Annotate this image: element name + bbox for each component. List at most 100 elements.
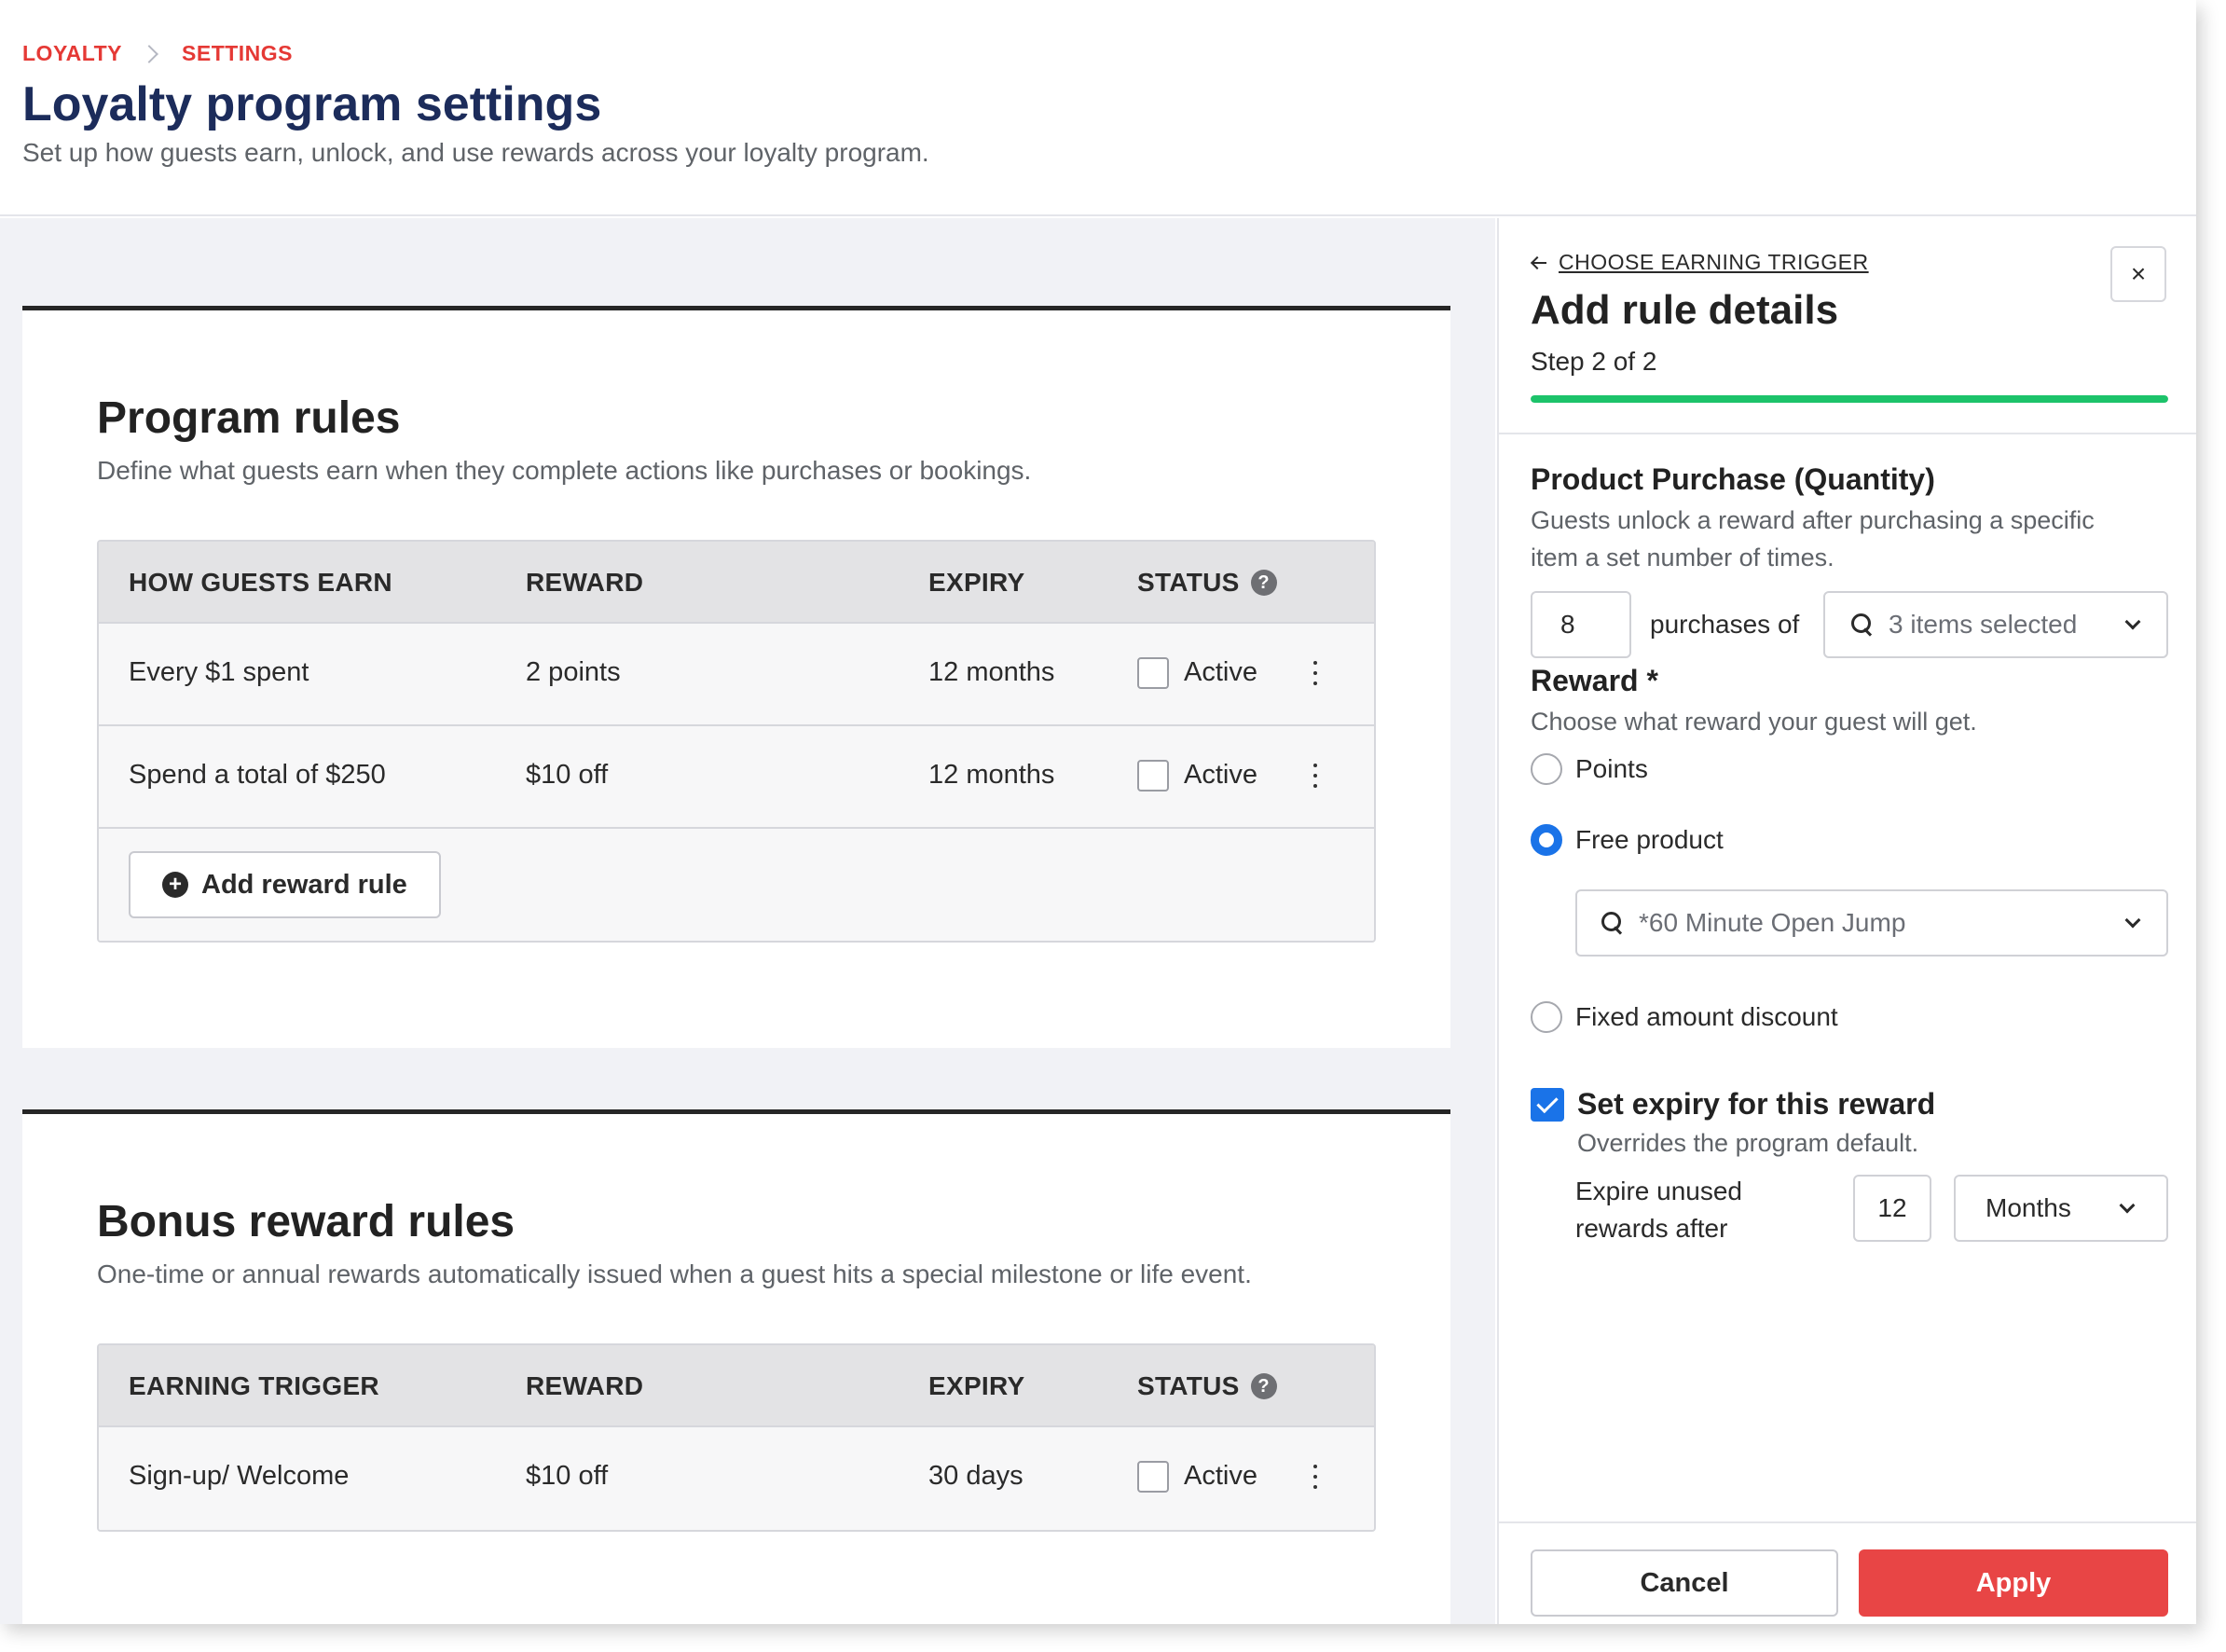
panel-footer: Cancel Apply (1499, 1521, 2196, 1624)
column-header-label: STATUS (1137, 1371, 1240, 1400)
progress-fill (1531, 395, 2168, 403)
radio-label: Points (1575, 754, 1648, 783)
column-header: REWARD (526, 1371, 644, 1400)
table-row: Sign-up/ Welcome $10 off 30 days Active (99, 1427, 1374, 1530)
rule-reward: $10 off (526, 1461, 609, 1491)
close-icon[interactable]: × (2110, 246, 2166, 302)
program-rules-description: Define what guests earn when they comple… (97, 456, 1032, 485)
back-link[interactable]: CHOOSE EARNING TRIGGER (1531, 250, 1869, 275)
cancel-button[interactable]: Cancel (1531, 1549, 1838, 1617)
app-window: LOYALTY SETTINGS Loyalty program setting… (0, 0, 2196, 1624)
product-select[interactable]: *60 Minute Open Jump (1575, 889, 2168, 957)
expiry-checkbox[interactable]: Set expiry for this reward (1531, 1087, 1935, 1122)
column-header: EXPIRY (928, 568, 1025, 597)
kebab-menu-icon[interactable] (1311, 1465, 1320, 1489)
kebab-menu-icon[interactable] (1311, 661, 1320, 685)
product-select-value: *60 Minute Open Jump (1639, 908, 1906, 937)
add-rule-panel: CHOOSE EARNING TRIGGER × Add rule detail… (1497, 218, 2196, 1624)
items-select-value: 3 items selected (1889, 610, 2078, 639)
reward-description: Choose what reward your guest will get. (1531, 708, 1977, 736)
reward-title: Reward * (1531, 664, 1658, 697)
add-reward-rule-button[interactable]: + Add reward rule (129, 851, 441, 918)
rule-trigger: Sign-up/ Welcome (129, 1461, 350, 1491)
column-header: EXPIRY (928, 1371, 1025, 1400)
status-column-header: STATUS ? (1137, 568, 1277, 598)
section-description: Guests unlock a reward after purchasing … (1531, 506, 2095, 571)
expiry-amount-value: 12 (1877, 1193, 1907, 1222)
back-link-label: CHOOSE EARNING TRIGGER (1559, 250, 1869, 274)
page-title: Loyalty program settings (22, 77, 602, 131)
search-icon (1851, 613, 1874, 636)
search-icon (1601, 912, 1624, 934)
main-content: Program rules Define what guests earn wh… (0, 218, 1495, 1624)
chevron-down-icon (2124, 912, 2141, 929)
help-icon[interactable]: ? (1250, 570, 1277, 596)
status-checkbox[interactable] (1137, 657, 1169, 689)
breadcrumb: LOYALTY SETTINGS (22, 41, 293, 66)
table-row: Spend a total of $250 $10 off 12 months … (99, 726, 1374, 829)
step-progress-bar (1531, 395, 2168, 403)
reward-option-fixed-discount[interactable]: Fixed amount discount (1531, 1001, 1838, 1033)
status-label: Active (1184, 1461, 1257, 1491)
radio-button[interactable] (1531, 1001, 1562, 1033)
status-column-header: STATUS ? (1137, 1371, 1277, 1401)
expiry-unit-value: Months (1986, 1193, 2071, 1222)
rule-expiry: 12 months (928, 760, 1055, 790)
column-header: EARNING TRIGGER (129, 1371, 379, 1400)
breadcrumb-settings[interactable]: SETTINGS (182, 41, 293, 66)
panel-title: Add rule details (1531, 287, 1839, 333)
page-subtitle: Set up how guests earn, unlock, and use … (22, 138, 929, 167)
status-label: Active (1184, 657, 1257, 687)
reward-option-points[interactable]: Points (1531, 753, 1648, 785)
quantity-input[interactable]: 8 (1531, 591, 1631, 658)
reward-option-free-product[interactable]: Free product (1531, 824, 1724, 856)
kebab-menu-icon[interactable] (1311, 764, 1320, 788)
status-checkbox[interactable] (1137, 1461, 1169, 1493)
radio-button[interactable] (1531, 753, 1562, 785)
chevron-down-icon (2119, 1197, 2136, 1214)
table-header: HOW GUESTS EARN REWARD EXPIRY STATUS ? (99, 542, 1374, 624)
column-header: HOW GUESTS EARN (129, 568, 392, 597)
radio-label: Fixed amount discount (1575, 1002, 1838, 1031)
expiry-label-line: rewards after (1575, 1214, 1728, 1243)
plus-circle-icon: + (162, 872, 188, 898)
page-header: LOYALTY SETTINGS Loyalty program setting… (0, 0, 2196, 216)
add-rule-row: + Add reward rule (99, 829, 1374, 941)
radio-label: Free product (1575, 825, 1724, 854)
chevron-right-icon (140, 44, 158, 63)
status-label: Active (1184, 760, 1257, 790)
rule-reward: $10 off (526, 760, 609, 790)
program-rules-title: Program rules (97, 393, 401, 443)
quantity-value: 8 (1560, 610, 1575, 639)
rule-trigger: Spend a total of $250 (129, 760, 386, 790)
checkmark-icon[interactable] (1531, 1087, 1564, 1122)
add-reward-rule-label: Add reward rule (201, 869, 407, 900)
column-header: REWARD (526, 568, 644, 597)
divider (1499, 433, 2196, 434)
table-row: Every $1 spent 2 points 12 months Active (99, 624, 1374, 726)
column-header-label: STATUS (1137, 568, 1240, 597)
expiry-label: Expire unused rewards after (1575, 1173, 1742, 1247)
bonus-rules-description: One-time or annual rewards automatically… (97, 1260, 1252, 1288)
items-select[interactable]: 3 items selected (1823, 591, 2168, 658)
radio-button-selected[interactable] (1531, 824, 1562, 856)
chevron-down-icon (2124, 613, 2141, 630)
rule-reward: 2 points (526, 657, 621, 687)
expiry-unit-select[interactable]: Months (1954, 1175, 2168, 1242)
breadcrumb-loyalty[interactable]: LOYALTY (22, 41, 122, 66)
rule-expiry: 30 days (928, 1461, 1024, 1491)
purchases-of-label: purchases of (1650, 610, 1800, 639)
table-header: EARNING TRIGGER REWARD EXPIRY STATUS ? (99, 1345, 1374, 1427)
help-icon[interactable]: ? (1250, 1373, 1277, 1399)
bonus-rules-card: Bonus reward rules One-time or annual re… (22, 1109, 1450, 1624)
section-title: Product Purchase (Quantity) (1531, 462, 1935, 496)
rule-expiry: 12 months (928, 657, 1055, 687)
program-rules-table: HOW GUESTS EARN REWARD EXPIRY STATUS ? E… (97, 540, 1376, 943)
expiry-checkbox-label: Set expiry for this reward (1577, 1087, 1936, 1121)
apply-button[interactable]: Apply (1859, 1549, 2168, 1617)
expiry-amount-input[interactable]: 12 (1853, 1175, 1931, 1242)
rule-trigger: Every $1 spent (129, 657, 309, 687)
arrow-left-icon (1531, 256, 1547, 269)
step-indicator: Step 2 of 2 (1531, 347, 1657, 376)
status-checkbox[interactable] (1137, 760, 1169, 792)
